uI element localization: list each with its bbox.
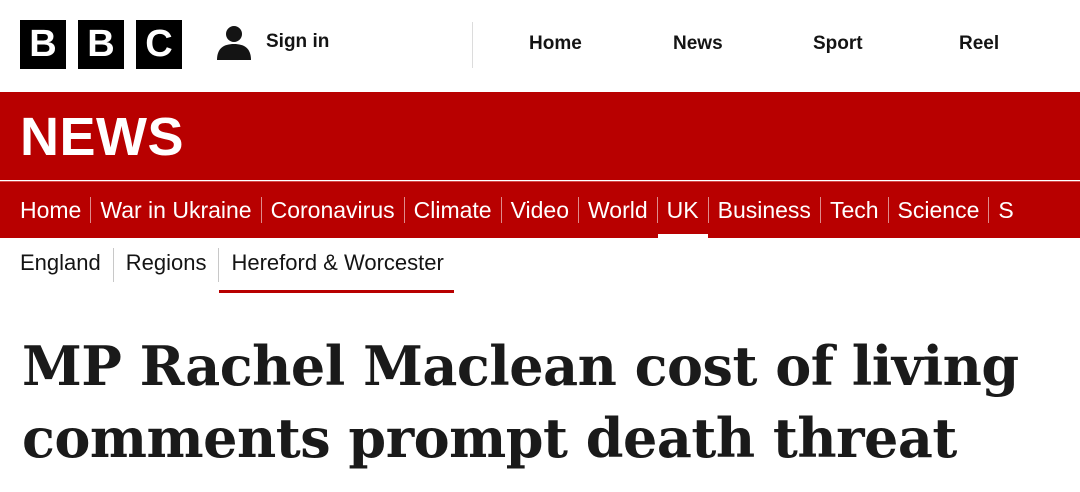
section-nav-tech[interactable]: Tech — [821, 182, 888, 238]
top-nav-home[interactable]: Home — [529, 33, 582, 55]
sub-nav-england[interactable]: England — [20, 244, 113, 290]
top-nav-news[interactable]: News — [673, 33, 723, 55]
sub-nav-hereford-worcester[interactable]: Hereford & Worcester — [219, 244, 454, 293]
top-nav-reel[interactable]: Reel — [959, 33, 999, 55]
news-wordmark[interactable]: NEWS — [20, 106, 184, 168]
section-nav-video[interactable]: Video — [502, 182, 578, 238]
headline-line: comments prompt death threat — [22, 406, 957, 470]
sub-nav-regions[interactable]: Regions — [114, 244, 219, 290]
top-nav-sport[interactable]: Sport — [813, 33, 863, 55]
headline-line: MP Rachel Maclean cost of living — [22, 334, 1019, 398]
section-nav-climate[interactable]: Climate — [405, 182, 501, 238]
section-nav-home[interactable]: Home — [20, 182, 90, 238]
article-headline: MP Rachel Maclean cost of living comment… — [22, 330, 1080, 474]
sub-nav: England Regions Hereford & Worcester — [20, 244, 454, 293]
section-nav-coronavirus[interactable]: Coronavirus — [262, 182, 404, 238]
section-nav-world[interactable]: World — [579, 182, 657, 238]
section-nav-business[interactable]: Business — [709, 182, 820, 238]
section-nav-war-in-ukraine[interactable]: War in Ukraine — [91, 182, 260, 238]
section-nav-uk[interactable]: UK — [657, 182, 708, 238]
section-nav-truncated[interactable]: S — [989, 182, 1022, 238]
masthead: B B C Sign in Home News Sport Reel — [0, 0, 1080, 92]
section-nav-science[interactable]: Science — [889, 182, 989, 238]
top-nav: Home News Sport Reel — [0, 33, 1080, 57]
news-banner: NEWS — [0, 92, 1080, 180]
section-nav: Home War in Ukraine Coronavirus Climate … — [0, 181, 1080, 238]
